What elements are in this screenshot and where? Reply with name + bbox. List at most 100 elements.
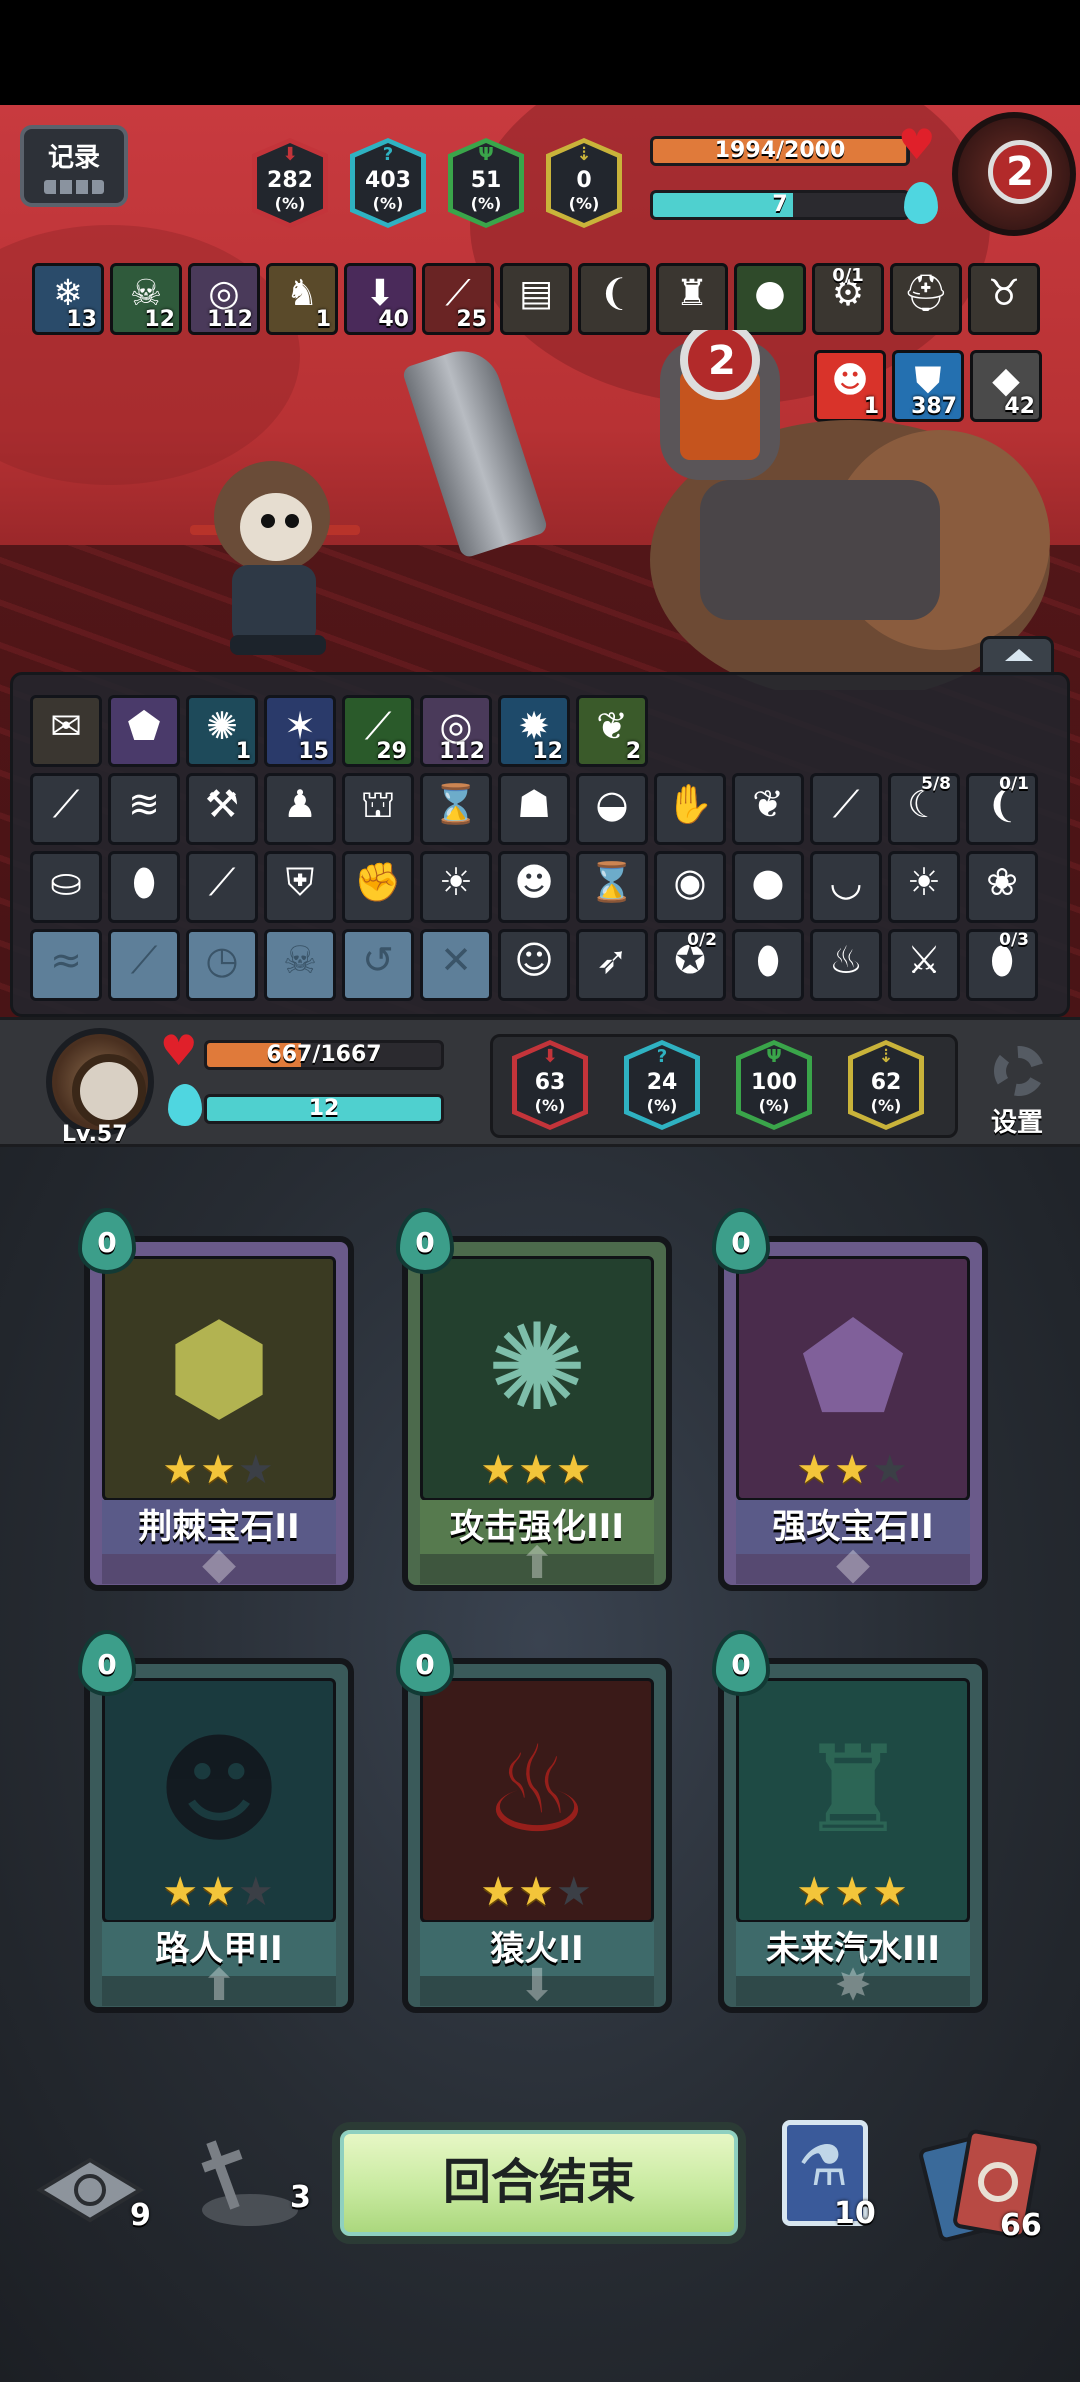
relic-red-jar[interactable]: ♨ xyxy=(810,929,882,1001)
relic-seed-bag[interactable]: ● xyxy=(732,851,804,923)
relic-wings[interactable]: ❦ xyxy=(732,773,804,845)
relic-kunai[interactable]: ➶ xyxy=(576,929,648,1001)
relic-locked-wave[interactable]: ≈ xyxy=(30,929,102,1001)
settings-button[interactable]: 设置 xyxy=(980,1044,1054,1138)
relic-locked-arrows[interactable]: ↺ xyxy=(342,929,414,1001)
relic-scroll[interactable]: ✉ xyxy=(30,695,102,767)
relic-barrel[interactable]: ⛫ xyxy=(342,773,414,845)
enemy-buff-statue[interactable]: ♜ xyxy=(656,263,728,335)
relic-vest[interactable]: ☗ xyxy=(498,773,570,845)
enemy-buff-spike-ring[interactable]: ⚙ 0/1 xyxy=(812,263,884,335)
relic-green-slash[interactable]: ⟋ 29 xyxy=(342,695,414,767)
player-avatar[interactable] xyxy=(46,1028,154,1136)
draw-pile[interactable]: 9 xyxy=(30,2150,160,2240)
card-cost: 0 xyxy=(712,1208,770,1274)
relic-ruby-egg[interactable]: ⬮ 0/3 xyxy=(966,929,1038,1001)
card[interactable]: ⬢ ★★★ 荆棘宝石II ◆ xyxy=(84,1236,354,1591)
enemy-buff-claw[interactable]: ⟋ 25 xyxy=(422,263,494,335)
relic-boomerang[interactable]: ❨ 0/1 xyxy=(966,773,1038,845)
enemy-buff-figure-down[interactable]: ⬇ 40 xyxy=(344,263,416,335)
star-icon: ★ xyxy=(796,1447,835,1493)
relic-locked-pistols[interactable]: ✕ xyxy=(420,929,492,1001)
relic-blue-egg[interactable]: ⬮ xyxy=(732,929,804,1001)
relic-bandage[interactable]: ≋ xyxy=(108,773,180,845)
relic-green-hourglass[interactable]: ⌛ xyxy=(576,851,648,923)
enemy-buff-slime[interactable]: ● xyxy=(734,263,806,335)
card-stars: ★★★ xyxy=(408,1870,666,1914)
locked-arrows-icon: ↺ xyxy=(362,938,394,982)
discard-pile[interactable]: 66 xyxy=(917,2126,1070,2246)
blue-egg-icon: ⬮ xyxy=(756,938,780,982)
enemy-buff-horns[interactable]: ♉ xyxy=(968,263,1040,335)
potion-slot[interactable]: ⚗ 10 xyxy=(778,2116,878,2236)
grave-pile[interactable]: 3 xyxy=(190,2130,320,2240)
relic-mace[interactable]: ✪ 0/2 xyxy=(654,929,726,1001)
relic-blue-burst[interactable]: ✹ 12 xyxy=(498,695,570,767)
relic-bone[interactable]: ⟋ xyxy=(186,851,258,923)
relic-wand[interactable]: ⟋ xyxy=(810,773,882,845)
record-button[interactable]: 记录 xyxy=(20,125,128,207)
card[interactable]: ♜ ★★★ 未来汽水III ✸ xyxy=(718,1658,988,2013)
relic-cyan-swirl[interactable]: ✺ 1 xyxy=(186,695,258,767)
collapse-panel-button[interactable] xyxy=(980,636,1054,676)
question-icon: ? xyxy=(656,1046,668,1067)
star-icon: ★ xyxy=(834,1869,872,1915)
relic-claw-trap[interactable]: ⚔ xyxy=(888,929,960,1001)
card[interactable]: ☻ ★★★ 路人甲II ⬆ xyxy=(84,1658,354,2013)
relic-flame-egg[interactable]: ☀ xyxy=(888,851,960,923)
horns-icon: ♉ xyxy=(987,273,1021,314)
relic-purple-gem[interactable]: ⬟ xyxy=(108,695,180,767)
relic-mitt[interactable]: ✊ xyxy=(342,851,414,923)
relic-doll[interactable]: ☺ xyxy=(498,929,570,1001)
down-arrow-icon: ⬇ xyxy=(518,1960,556,2011)
relic-green-bowl[interactable]: ◡ xyxy=(810,851,882,923)
relic-lightning[interactable]: ✶ 15 xyxy=(264,695,336,767)
card[interactable]: ♨ ★★★ 猿火II ⬇ xyxy=(402,1658,672,2013)
relic-hourglass[interactable]: ⌛ xyxy=(420,773,492,845)
end-turn-button[interactable]: 回合结束 xyxy=(332,2122,746,2244)
enemy-buff-fang[interactable]: ❨ xyxy=(578,263,650,335)
relic-dagger[interactable]: ☾ 5/8 xyxy=(888,773,960,845)
relic-locked-clock[interactable]: ◷ xyxy=(186,929,258,1001)
relic-locked-skull[interactable]: ☠ xyxy=(264,929,336,1001)
enemy-buff-spiral[interactable]: ◎ 112 xyxy=(188,263,260,335)
enemy-buff-book[interactable]: ▤ xyxy=(500,263,572,335)
relic-locked-dial[interactable]: ⟋ xyxy=(108,929,180,1001)
grave-icon xyxy=(201,2140,298,2226)
enemy-buff-helmet[interactable]: ⛑ xyxy=(890,263,962,335)
enemy-buff-horn[interactable]: ♞ 1 xyxy=(266,263,338,335)
blue-feather-icon: ⟋ xyxy=(52,782,80,826)
card[interactable]: ✺ ★★★ 攻击强化III ⬆ xyxy=(402,1236,672,1591)
boss-character: 2 xyxy=(600,320,1050,700)
enemy-buff-skull[interactable]: ☠ 12 xyxy=(110,263,182,335)
relic-armor[interactable]: ⛨ xyxy=(264,851,336,923)
player-stat: ⬇ 63 (%) xyxy=(512,1040,588,1130)
relic-glove[interactable]: ✋ xyxy=(654,773,726,845)
relic-blue-feather[interactable]: ⟋ xyxy=(30,773,102,845)
bomb-icon: ♟ xyxy=(282,782,318,826)
enemy-buff-snowflake[interactable]: ❄ 13 xyxy=(32,263,104,335)
card[interactable]: ⬟ ★★★ 强攻宝石II ◆ xyxy=(718,1236,988,1591)
relic-egg[interactable]: ⬮ xyxy=(108,851,180,923)
player-stat-unit: (%) xyxy=(870,1096,902,1115)
relic-leafy-head[interactable]: ❀ xyxy=(966,851,1038,923)
relic-bomb[interactable]: ♟ xyxy=(264,773,336,845)
relic-owl[interactable]: ☻ xyxy=(498,851,570,923)
boss-portrait[interactable]: 2 xyxy=(952,112,1076,236)
sword-icon: ⬇ xyxy=(282,144,298,165)
relic-fire-orb[interactable]: ☀ xyxy=(420,851,492,923)
end-turn-label: 回合结束 xyxy=(442,2154,635,2210)
relic-pot[interactable]: ⛀ xyxy=(30,851,102,923)
hourglass-icon: ⌛ xyxy=(432,782,480,826)
card-footer: ⬆ xyxy=(420,1538,654,1589)
sword-icon: ⬇ xyxy=(542,1046,558,1067)
status-bar xyxy=(0,0,1080,105)
doll-icon: ☺ xyxy=(514,938,554,982)
star-icon: ★ xyxy=(518,1869,556,1915)
relic-hammer[interactable]: ⚒ xyxy=(186,773,258,845)
relic-spiral[interactable]: ◎ 112 xyxy=(420,695,492,767)
relic-green-bottle[interactable]: ❦ 2 xyxy=(576,695,648,767)
card-footer: ◆ xyxy=(102,1538,336,1589)
relic-blue-rune[interactable]: ◉ xyxy=(654,851,726,923)
relic-wallet[interactable]: ◒ xyxy=(576,773,648,845)
